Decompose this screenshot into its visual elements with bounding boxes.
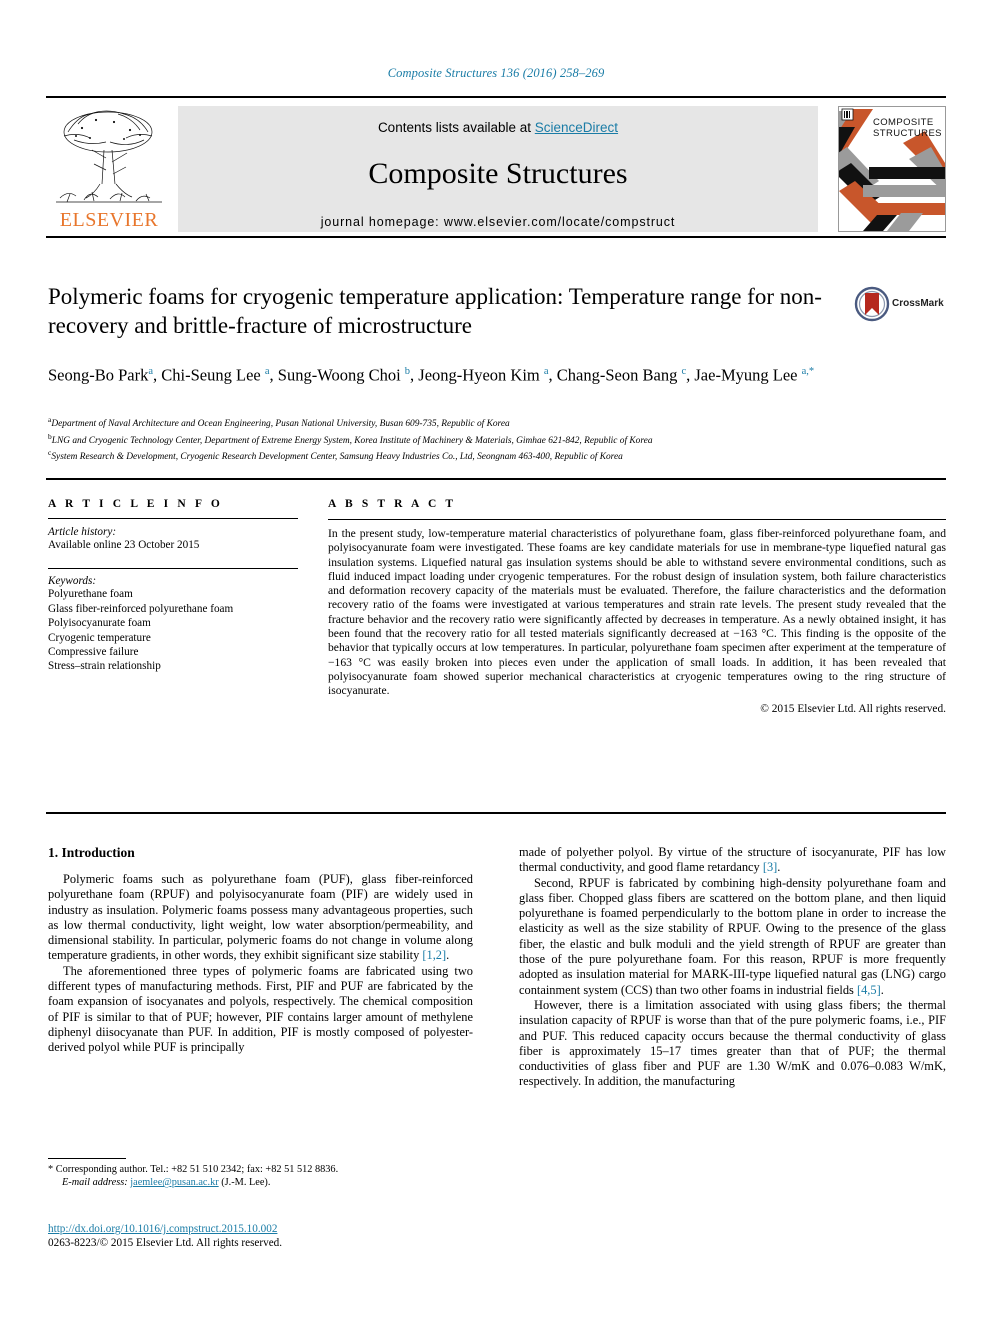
affiliation-text-b: LNG and Cryogenic Technology Center, Dep… [51,435,653,446]
elsevier-logo: ELSEVIER [48,106,170,232]
abstract-column: A B S T R A C T In the present study, lo… [328,498,946,715]
doi-link[interactable]: http://dx.doi.org/10.1016/j.compstruct.2… [48,1223,277,1235]
crossmark-icon [854,286,890,322]
elsevier-wordmark: ELSEVIER [59,209,159,231]
affiliation-list: aDepartment of Naval Architecture and Oc… [48,414,878,464]
affiliation-a: aDepartment of Naval Architecture and Oc… [48,414,878,431]
citation-link[interactable]: [1,2] [422,948,446,962]
article-history-value: Available online 23 October 2015 [48,539,200,551]
journal-title: Composite Structures [368,157,628,190]
keyword-item: Stress–strain relationship [48,660,161,673]
article-info-rule [48,518,298,519]
citation-link[interactable]: [3] [763,860,777,874]
article-info-heading: A R T I C L E I N F O [48,498,223,510]
section-heading-introduction: 1. Introduction [48,845,135,860]
keywords-label: Keywords: [48,575,97,588]
affiliation-text-c: System Research & Development, Cryogenic… [51,452,623,463]
paragraph-text: The aforementioned three types of polyme… [48,963,473,1055]
abstract-rule [328,519,946,520]
keyword-item: Polyisocyanurate foam [48,617,151,630]
keywords-block: Keywords: Polyurethane foam Glass fiber-… [48,568,298,673]
article-info-column: A R T I C L E I N F O Article history: A… [48,498,298,674]
email-label: E-mail address: [62,1177,128,1189]
paragraph: Second, RPUF is fabricated by combining … [519,875,946,997]
paragraph: Polymeric foams such as polyurethane foa… [48,872,473,963]
keyword-item: Cryogenic temperature [48,631,151,644]
keywords-rule [48,568,298,570]
journal-masthead: ELSEVIER Contents lists available at Sci… [46,96,946,238]
cover-artwork: COMPOSITE STRUCTURES [839,107,945,231]
crossmark-badge[interactable]: CrossMark [854,286,946,328]
keyword-item: Glass fiber-reinforced polyurethane foam [48,602,234,615]
citation-link[interactable]: [4,5] [857,983,881,997]
page-title: Polymeric foams for cryogenic temperatur… [48,284,822,338]
elsevier-tree-icon [56,110,162,203]
paragraph: The aforementioned three types of polyme… [48,964,473,1056]
masthead-center-panel: Contents lists available at ScienceDirec… [178,106,818,232]
issn-copyright-line: 0263-8223/© 2015 Elsevier Ltd. All right… [48,1237,283,1249]
running-head: Composite Structures 136 (2016) 258–269 [387,66,605,80]
doi-block: http://dx.doi.org/10.1016/j.compstruct.2… [48,1222,478,1250]
corresponding-author-footnote: * Corresponding author. Tel.: +82 51 510… [48,1163,478,1189]
article-history-label: Article history: [48,526,117,538]
footnote-marker: * [48,1164,54,1175]
keyword-item: Compressive failure [48,646,139,659]
affiliation-text-a: Department of Naval Architecture and Oce… [51,419,510,430]
body-column-right: made of polyether polyol. By virtue of t… [519,845,946,1090]
paragraph: However, there is a limitation associate… [519,998,946,1090]
paragraph-text: Polymeric foams such as polyurethane foa… [48,872,473,963]
email-suffix: (J.-M. Lee). [221,1177,271,1189]
svg-text:STRUCTURES: STRUCTURES [873,128,942,139]
keyword-item: Polyurethane foam [48,588,133,601]
footnote-contact: Corresponding author. Tel.: +82 51 510 2… [55,1164,339,1175]
footnote-rule [48,1158,126,1159]
author-list: Seong-Bo Parka, Chi-Seung Lee a, Sung-Wo… [48,365,815,385]
paragraph-text: Second, RPUF is fabricated by combining … [519,875,946,997]
divider-below-abstract [46,812,946,814]
email-link[interactable]: jaemlee@pusan.ac.kr [130,1177,218,1188]
journal-homepage[interactable]: journal homepage: www.elsevier.com/locat… [178,215,818,229]
journal-cover-thumbnail: COMPOSITE STRUCTURES [838,106,946,232]
divider-above-abstract [46,478,946,480]
contents-prefix: Contents lists available at [377,120,535,135]
abstract-heading: A B S T R A C T [328,498,457,510]
footnote-email-line: E-mail address: jaemlee@pusan.ac.kr (J.-… [48,1176,478,1189]
abstract-text: In the present study, low-temperature ma… [328,527,946,698]
paragraph-text: made of polyether polyol. By virtue of t… [519,845,946,875]
article-first-page: Composite Structures 136 (2016) 258–269 [0,0,992,1323]
paragraph-text: However, there is a limitation associate… [519,997,946,1089]
affiliation-b: bLNG and Cryogenic Technology Center, De… [48,431,878,448]
contents-available-line: Contents lists available at ScienceDirec… [178,120,818,135]
crossmark-label: CrossMark [892,298,944,309]
body-column-left: Polymeric foams such as polyurethane foa… [48,872,473,1056]
svg-text:COMPOSITE: COMPOSITE [873,117,934,128]
affiliation-c: cSystem Research & Development, Cryogeni… [48,447,878,464]
paragraph: made of polyether polyol. By virtue of t… [519,845,946,875]
abstract-copyright: © 2015 Elsevier Ltd. All rights reserved… [760,702,946,715]
sciencedirect-link[interactable]: ScienceDirect [535,120,618,135]
